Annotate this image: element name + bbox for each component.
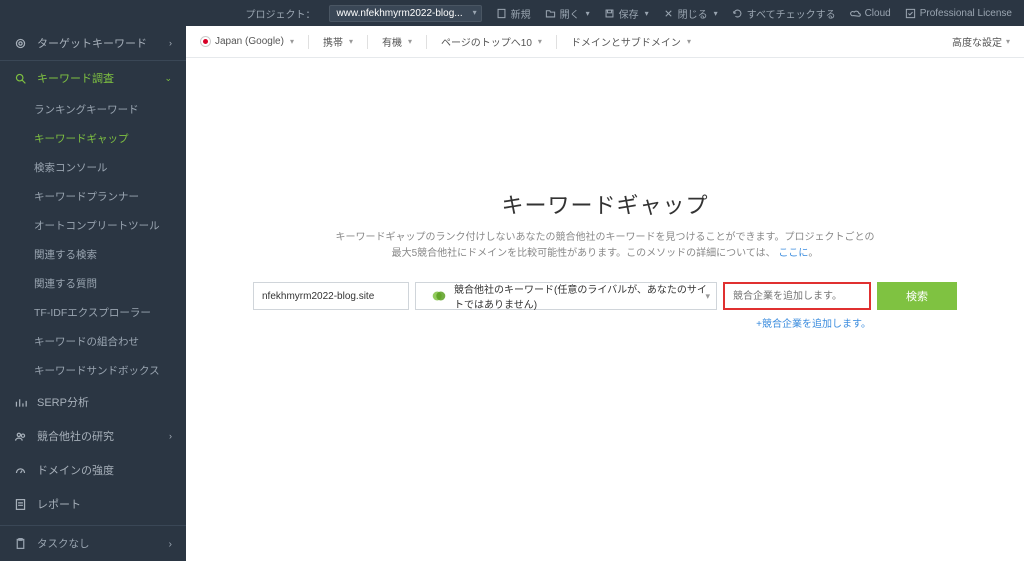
cloud-icon: [850, 8, 861, 19]
separator: [367, 35, 368, 49]
filter-region-label: Japan (Google): [215, 36, 284, 47]
japan-flag-icon: [200, 36, 211, 47]
sidebar-sub-related-search[interactable]: 関連する検索: [0, 240, 186, 269]
check-icon: [905, 8, 916, 19]
page-description: キーワードギャップのランク付けしないあなたの競合他社のキーワードを見つけることが…: [336, 230, 875, 262]
keyword-mode-label: 競合他社のキーワード(任意のライバルが、あなたのサイトではありません): [454, 281, 708, 311]
sidebar-sub-tfidf[interactable]: TF-IDFエクスプローラー: [0, 298, 186, 327]
chevron-right-icon: ›: [169, 431, 172, 441]
search-button[interactable]: 検索: [877, 282, 957, 310]
save-label: 保存: [619, 6, 639, 21]
main-area: キーワードギャップ キーワードギャップのランク付けしないあなたの競合他社のキーワ…: [186, 58, 1024, 561]
sidebar-tasks[interactable]: タスクなし ›: [0, 525, 186, 561]
separator: [426, 35, 427, 49]
chevron-down-icon: ⌄: [164, 73, 172, 84]
sidebar-item-target[interactable]: ターゲットキーワード ›: [0, 26, 186, 61]
sidebar-item-serp[interactable]: SERP分析: [0, 385, 186, 419]
sidebar-sub-console[interactable]: 検索コンソール: [0, 153, 186, 182]
checkall-button[interactable]: すべてチェックする: [732, 6, 836, 21]
project-label: プロジェクト：: [245, 6, 315, 21]
filter-domain[interactable]: ドメインとサブドメイン: [571, 34, 691, 49]
sidebar-label-domain-strength: ドメインの強度: [37, 462, 114, 478]
sidebar-sub-planner[interactable]: キーワードプランナー: [0, 182, 186, 211]
close-button[interactable]: 閉じる: [663, 6, 718, 21]
save-icon: [604, 8, 615, 19]
chevron-right-icon: ›: [169, 538, 173, 550]
open-button[interactable]: 開く: [545, 6, 590, 21]
sidebar-sub-sandbox[interactable]: キーワードサンドボックス: [0, 356, 186, 385]
sidebar-label-report: レポート: [37, 496, 81, 512]
desc-line1: キーワードギャップのランク付けしないあなたの競合他社のキーワードを見つけることが…: [336, 232, 875, 243]
sidebar-label-competitor: 競合他社の研究: [37, 428, 114, 444]
filter-organic[interactable]: 有機: [382, 34, 412, 49]
users-icon: [14, 430, 27, 443]
sidebar-item-research[interactable]: キーワード調査 ⌄: [0, 61, 186, 95]
close-icon: [663, 8, 674, 19]
sidebar-sub-combine[interactable]: キーワードの組合わせ: [0, 327, 186, 356]
desc-link[interactable]: ここに: [778, 248, 808, 259]
filter-advanced[interactable]: 高度な設定: [952, 34, 1010, 49]
desc-line2: 最大5競合他社にドメインを比較可能性があります。このメソッドの詳細については、: [392, 248, 776, 259]
keyword-mode-select[interactable]: 競合他社のキーワード(任意のライバルが、あなたのサイトではありません): [415, 282, 717, 310]
filter-device[interactable]: 携帯: [323, 34, 353, 49]
cloud-button[interactable]: Cloud: [850, 8, 891, 19]
sidebar-sub-related-question[interactable]: 関連する質問: [0, 269, 186, 298]
clipboard-icon: [14, 537, 27, 550]
sidebar-label-target: ターゲットキーワード: [37, 35, 147, 51]
chart-icon: [14, 396, 27, 409]
license-button[interactable]: Professional License: [905, 8, 1012, 19]
file-icon: [496, 8, 507, 19]
competitor-input[interactable]: [723, 282, 871, 310]
refresh-icon: [732, 8, 743, 19]
venn-icon: [430, 287, 448, 305]
filter-region[interactable]: Japan (Google): [200, 36, 294, 47]
gauge-icon: [14, 464, 27, 477]
sidebar-sub-gap[interactable]: キーワードギャップ: [0, 124, 186, 153]
separator: [556, 35, 557, 49]
sidebar-label-tasks: タスクなし: [37, 536, 90, 551]
report-icon: [14, 498, 27, 511]
sidebar-label-serp: SERP分析: [37, 394, 89, 410]
license-label: Professional License: [920, 8, 1012, 19]
search-row: 競合他社のキーワード(任意のライバルが、あなたのサイトではありません) +競合企…: [253, 282, 957, 330]
new-label: 新規: [511, 6, 531, 21]
open-label: 開く: [560, 6, 580, 21]
sidebar-sub-autocomplete[interactable]: オートコンプリートツール: [0, 211, 186, 240]
page-title: キーワードギャップ: [501, 188, 708, 220]
sidebar-sub-ranking[interactable]: ランキングキーワード: [0, 95, 186, 124]
site-input[interactable]: [253, 282, 409, 310]
cloud-label: Cloud: [865, 8, 891, 19]
search-icon: [14, 72, 27, 85]
sidebar-item-domain-strength[interactable]: ドメインの強度: [0, 453, 186, 487]
project-select[interactable]: www.nfekhmyrm2022-blog...: [329, 5, 481, 22]
content: Japan (Google) 携帯 有機 ページのトップへ10 ドメインとサブド…: [186, 26, 1024, 561]
separator: [308, 35, 309, 49]
filterbar: Japan (Google) 携帯 有機 ページのトップへ10 ドメインとサブド…: [186, 26, 1024, 58]
close-label: 閉じる: [678, 6, 708, 21]
sidebar: ターゲットキーワード › キーワード調査 ⌄ ランキングキーワード キーワードギ…: [0, 26, 186, 561]
desc-end: 。: [808, 248, 818, 259]
sidebar-item-report[interactable]: レポート: [0, 487, 186, 521]
filter-pagetop[interactable]: ページのトップへ10: [441, 34, 542, 49]
checkall-label: すべてチェックする: [747, 6, 836, 21]
add-competitor-link[interactable]: +競合企業を追加します。: [723, 315, 871, 330]
sidebar-label-research: キーワード調査: [37, 70, 114, 86]
folder-icon: [545, 8, 556, 19]
target-icon: [14, 37, 27, 50]
sidebar-item-competitor[interactable]: 競合他社の研究 ›: [0, 419, 186, 453]
chevron-right-icon: ›: [169, 38, 172, 48]
save-button[interactable]: 保存: [604, 6, 649, 21]
topbar: プロジェクト： www.nfekhmyrm2022-blog... 新規 開く …: [0, 0, 1024, 26]
new-button[interactable]: 新規: [496, 6, 531, 21]
